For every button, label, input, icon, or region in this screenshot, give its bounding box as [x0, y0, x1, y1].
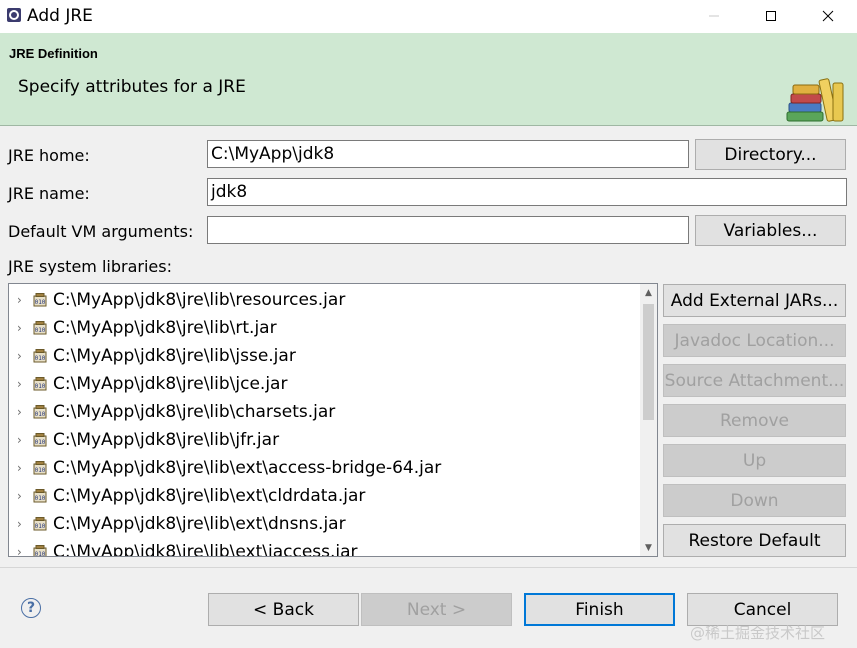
svg-text:010: 010	[35, 523, 46, 530]
jre-name-input[interactable]: jdk8	[207, 178, 847, 206]
source-attachment-button[interactable]: Source Attachment...	[663, 364, 846, 397]
wizard-banner: JRE Definition Specify attributes for a …	[0, 33, 857, 126]
svg-text:010: 010	[35, 439, 46, 446]
close-button[interactable]	[799, 0, 857, 31]
jar-icon: 010	[33, 293, 47, 307]
next-button[interactable]: Next >	[361, 593, 512, 626]
svg-text:010: 010	[35, 327, 46, 334]
finish-button[interactable]: Finish	[524, 593, 675, 626]
jre-libraries-tree[interactable]: › 010 C:\MyApp\jdk8\jre\lib\resources.jar ›…	[8, 283, 658, 557]
remove-button[interactable]: Remove	[663, 404, 846, 437]
watermark: @稀土掘金技术社区	[690, 624, 826, 642]
svg-text:010: 010	[35, 551, 46, 557]
binary-jar-icon: 010	[33, 545, 47, 557]
maximize-button[interactable]	[742, 0, 800, 31]
jar-icon: 010	[33, 405, 47, 419]
library-path: C:\MyApp\jdk8\jre\lib\ext\dnsns.jar	[53, 514, 346, 534]
jre-home-input[interactable]: C:\MyApp\jdk8	[207, 140, 689, 168]
jre-home-label: JRE home:	[8, 146, 90, 165]
library-row[interactable]: › 010 C:\MyApp\jdk8\jre\lib\jsse.jar	[9, 342, 639, 370]
window-title: Add JRE	[27, 6, 93, 26]
banner-heading: JRE Definition	[9, 46, 98, 61]
vm-args-label: Default VM arguments:	[8, 222, 194, 241]
svg-text:010: 010	[35, 495, 46, 502]
jar-icon: 010	[33, 321, 47, 335]
expand-chevron-icon[interactable]: ›	[17, 405, 27, 419]
library-row[interactable]: › 010 C:\MyApp\jdk8\jre\lib\ext\access-bri…	[9, 454, 639, 482]
expand-chevron-icon[interactable]: ›	[17, 293, 27, 307]
binary-jar-icon: 010	[33, 489, 47, 503]
library-path: C:\MyApp\jdk8\jre\lib\ext\access-bridge-…	[53, 458, 442, 478]
scroll-up-arrow-icon[interactable]: ▲	[640, 284, 657, 301]
jar-icon: 010	[33, 349, 47, 363]
binary-jar-icon: 010	[33, 461, 47, 475]
library-row[interactable]: › 010 C:\MyApp\jdk8\jre\lib\jce.jar	[9, 370, 639, 398]
svg-text:010: 010	[35, 467, 46, 474]
back-button[interactable]: < Back	[208, 593, 359, 626]
library-path: C:\MyApp\jdk8\jre\lib\rt.jar	[53, 318, 277, 338]
libraries-label: JRE system libraries:	[8, 257, 172, 276]
library-path: C:\MyApp\jdk8\jre\lib\charsets.jar	[53, 402, 336, 422]
library-path: C:\MyApp\jdk8\jre\lib\jce.jar	[53, 374, 288, 394]
expand-chevron-icon[interactable]: ›	[17, 349, 27, 363]
banner-message: Specify attributes for a JRE	[18, 77, 246, 97]
close-icon	[822, 10, 834, 21]
jar-icon: 010	[33, 433, 47, 447]
svg-text:010: 010	[35, 383, 46, 390]
add-external-jars-button[interactable]: Add External JARs...	[663, 284, 846, 317]
expand-chevron-icon[interactable]: ›	[17, 461, 27, 475]
binary-jar-icon: 010	[33, 517, 47, 531]
help-icon[interactable]: ?	[21, 598, 41, 618]
library-path: C:\MyApp\jdk8\jre\lib\ext\cldrdata.jar	[53, 486, 366, 506]
up-button[interactable]: Up	[663, 444, 846, 477]
title-bar: Add JRE	[0, 0, 857, 33]
footer-separator	[0, 567, 857, 568]
expand-chevron-icon[interactable]: ›	[17, 489, 27, 503]
library-row[interactable]: › 010 C:\MyApp\jdk8\jre\lib\rt.jar	[9, 314, 639, 342]
library-row[interactable]: › 010 C:\MyApp\jdk8\jre\lib\ext\cldrdata.j…	[9, 482, 639, 510]
expand-chevron-icon[interactable]: ›	[17, 377, 27, 391]
library-row[interactable]: › 010 C:\MyApp\jdk8\jre\lib\resources.jar	[9, 286, 639, 314]
minimize-button[interactable]	[685, 0, 743, 31]
restore-default-button[interactable]: Restore Default	[663, 524, 846, 557]
expand-chevron-icon[interactable]: ›	[17, 433, 27, 447]
minimize-icon	[709, 15, 719, 16]
jre-name-label: JRE name:	[8, 184, 90, 203]
library-row[interactable]: › 010 C:\MyApp\jdk8\jre\lib\charsets.jar	[9, 398, 639, 426]
vertical-scrollbar[interactable]: ▲ ▼	[640, 284, 657, 556]
library-path: C:\MyApp\jdk8\jre\lib\jsse.jar	[53, 346, 296, 366]
expand-chevron-icon[interactable]: ›	[17, 517, 27, 531]
down-button[interactable]: Down	[663, 484, 846, 517]
scroll-down-arrow-icon[interactable]: ▼	[640, 539, 657, 556]
svg-text:010: 010	[35, 299, 46, 306]
library-row[interactable]: › 010 C:\MyApp\jdk8\jre\lib\ext\jaccess.ja…	[9, 538, 639, 557]
library-path: C:\MyApp\jdk8\jre\lib\resources.jar	[53, 290, 346, 310]
library-path: C:\MyApp\jdk8\jre\lib\jfr.jar	[53, 430, 280, 450]
vm-args-input[interactable]	[207, 216, 689, 244]
library-books-icon	[786, 78, 844, 122]
jar-icon: 010	[33, 377, 47, 391]
library-row[interactable]: › 010 C:\MyApp\jdk8\jre\lib\jfr.jar	[9, 426, 639, 454]
svg-text:010: 010	[35, 355, 46, 362]
directory-button[interactable]: Directory...	[695, 139, 846, 170]
variables-button[interactable]: Variables...	[695, 215, 846, 246]
library-row[interactable]: › 010 C:\MyApp\jdk8\jre\lib\ext\dnsns.jar	[9, 510, 639, 538]
maximize-icon	[766, 10, 776, 21]
expand-chevron-icon[interactable]: ›	[17, 545, 27, 556]
eclipse-app-icon	[7, 8, 21, 22]
scrollbar-thumb[interactable]	[643, 304, 654, 420]
svg-text:010: 010	[35, 411, 46, 418]
library-path: C:\MyApp\jdk8\jre\lib\ext\jaccess.jar	[53, 542, 358, 557]
expand-chevron-icon[interactable]: ›	[17, 321, 27, 335]
javadoc-location-button[interactable]: Javadoc Location...	[663, 324, 846, 357]
